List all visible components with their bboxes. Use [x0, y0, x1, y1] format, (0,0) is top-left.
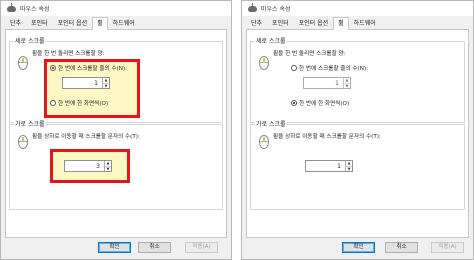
radio-lines-label: 한 번에 스크롤할 줄의 수(N): — [58, 66, 128, 72]
title-bar: 마우스 속성 — [242, 1, 473, 16]
wheel-panel: 세로 스크롤 휠을 한 번 돌리면 스크롤할 양: 한 번에 스크롤할 줄의 수… — [246, 30, 469, 238]
spinner-arrows[interactable]: ▲ ▼ — [343, 78, 350, 88]
horizontal-scroll-description: 휠을 상하로 이동할 때 스크롤할 문자의 수(T): — [273, 134, 381, 140]
radio-one-screen[interactable]: 한 번에 한 화면씩(O) — [50, 99, 108, 107]
horizontal-scroll-group: 가로 스크롤 휠을 상하로 이동할 때 스크롤할 문자의 수(T): 3 ▲ ▼ — [9, 121, 223, 210]
cancel-button[interactable]: 취소 — [138, 242, 171, 253]
ok-button[interactable]: 확인 — [98, 242, 131, 253]
radio-screen-label: 한 번에 한 화면씩(O) — [299, 101, 350, 107]
vertical-scroll-group: 세로 스크롤 휠을 한 번 돌리면 스크롤할 양: 한 번에 스크롤할 줄의 수… — [250, 38, 465, 123]
lines-spinner[interactable]: 1 ▲ ▼ — [62, 77, 110, 89]
radio-button[interactable] — [291, 100, 297, 106]
tab-hardware[interactable]: 하드웨어 — [108, 18, 140, 29]
apply-button[interactable]: 적용(A) — [185, 242, 218, 253]
tab-wheel[interactable]: 휠 — [333, 17, 349, 30]
tab-pointers[interactable]: 포인터 — [26, 18, 53, 29]
title-bar: 마우스 속성 — [1, 1, 231, 16]
mouse-tilt-icon — [259, 135, 269, 149]
tab-hardware[interactable]: 하드웨어 — [349, 18, 381, 29]
mouse-app-icon — [7, 2, 16, 12]
lines-value[interactable]: 1 — [63, 80, 102, 87]
chars-spinner[interactable]: 3 ▲ ▼ — [64, 160, 112, 172]
radio-lines-label: 한 번에 스크롤할 줄의 수(N): — [299, 66, 369, 72]
lines-spinner[interactable]: 1 ▲ ▼ — [303, 77, 351, 89]
tab-strip: 단추 포인터 포인터 옵션 휠 하드웨어 — [5, 16, 227, 30]
vertical-scroll-description: 휠을 한 번 돌리면 스크롤할 양: — [32, 51, 105, 57]
horizontal-scroll-label: 가로 스크롤 — [255, 121, 287, 128]
spinner-arrows[interactable]: ▲ ▼ — [102, 78, 109, 88]
vertical-scroll-label: 세로 스크롤 — [14, 38, 46, 45]
horizontal-scroll-description: 휠을 상하로 이동할 때 스크롤할 문자의 수(T): — [32, 134, 140, 140]
tab-buttons[interactable]: 단추 — [246, 18, 267, 29]
tab-pointers[interactable]: 포인터 — [267, 18, 294, 29]
chars-spinner[interactable]: 1 ▲ ▼ — [305, 160, 353, 172]
dialog-footer: 확인 취소 적용(A) — [242, 238, 473, 259]
radio-lines-at-a-time[interactable]: 한 번에 스크롤할 줄의 수(N): — [291, 64, 368, 72]
mouse-wheel-icon — [259, 56, 269, 70]
radio-button[interactable] — [291, 65, 297, 71]
vertical-scroll-label: 세로 스크롤 — [255, 38, 287, 45]
tab-buttons[interactable]: 단추 — [5, 18, 26, 29]
vertical-scroll-description: 휠을 한 번 돌리면 스크롤할 양: — [273, 51, 346, 57]
horizontal-scroll-group: 가로 스크롤 휠을 상하로 이동할 때 스크롤할 문자의 수(T): 1 ▲ ▼ — [250, 121, 465, 210]
spin-down-icon[interactable]: ▼ — [344, 82, 350, 89]
window-title: 마우스 속성 — [20, 6, 50, 13]
window-title: 마우스 속성 — [261, 6, 291, 13]
spin-down-icon[interactable]: ▼ — [105, 165, 111, 172]
dialog-footer: 확인 취소 적용(A) — [1, 238, 231, 259]
mouse-properties-dialog: 마우스 속성 단추 포인터 포인터 옵션 휠 하드웨어 세로 스크롤 휠을 한 … — [241, 0, 474, 260]
apply-button[interactable]: 적용(A) — [431, 242, 464, 253]
radio-screen-label: 한 번에 한 화면씩(O) — [58, 101, 109, 107]
mouse-tilt-icon — [18, 135, 28, 149]
radio-button[interactable] — [50, 65, 56, 71]
spinner-arrows[interactable]: ▲ ▼ — [345, 161, 352, 171]
chars-value[interactable]: 3 — [65, 163, 104, 170]
radio-one-screen[interactable]: 한 번에 한 화면씩(O) — [291, 99, 349, 107]
spin-down-icon[interactable]: ▼ — [103, 82, 109, 89]
mouse-wheel-icon — [18, 56, 28, 70]
spinner-arrows[interactable]: ▲ ▼ — [104, 161, 111, 171]
tab-wheel[interactable]: 휠 — [92, 17, 108, 30]
tab-pointer-options[interactable]: 포인터 옵션 — [53, 18, 93, 29]
vertical-scroll-group: 세로 스크롤 휠을 한 번 돌리면 스크롤할 양: 한 번에 스크롤할 줄의 수… — [9, 38, 223, 123]
ok-button[interactable]: 확인 — [342, 242, 375, 253]
horizontal-scroll-label: 가로 스크롤 — [14, 121, 46, 128]
radio-lines-at-a-time[interactable]: 한 번에 스크롤할 줄의 수(N): — [50, 64, 127, 72]
tab-strip: 단추 포인터 포인터 옵션 휠 하드웨어 — [246, 16, 469, 30]
spin-down-icon[interactable]: ▼ — [346, 165, 352, 172]
mouse-app-icon — [248, 2, 257, 12]
mouse-properties-dialog-annotated: 마우스 속성 단추 포인터 포인터 옵션 휠 하드웨어 세로 스크롤 휠을 한 … — [0, 0, 232, 260]
chars-value[interactable]: 1 — [306, 163, 345, 170]
radio-button[interactable] — [50, 100, 56, 106]
cancel-button[interactable]: 취소 — [385, 242, 418, 253]
tab-pointer-options[interactable]: 포인터 옵션 — [294, 18, 334, 29]
lines-value[interactable]: 1 — [304, 80, 343, 87]
wheel-panel: 세로 스크롤 휠을 한 번 돌리면 스크롤할 양: 한 번에 스크롤할 줄의 수… — [5, 30, 227, 238]
